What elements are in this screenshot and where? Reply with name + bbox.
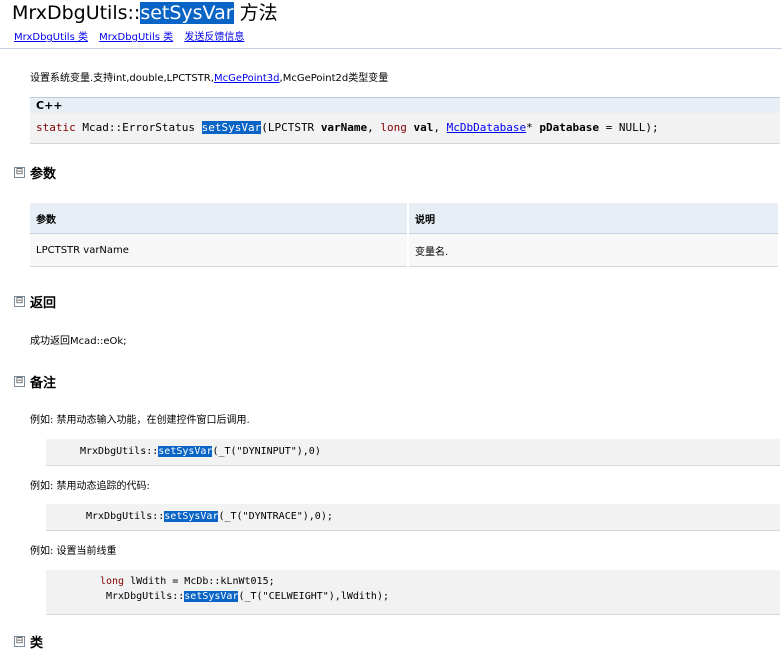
collapse-icon[interactable]: ⊟ [14, 167, 25, 178]
class-link-2[interactable]: MrxDbgUtils 类 [99, 32, 173, 43]
example1-label: 例如: 禁用动态输入功能，在创建控件窗口后调用. [30, 415, 250, 426]
fn-name-highlight: setSysVar [201, 121, 262, 134]
star: * [526, 121, 540, 134]
ex3-line1: long lWdith = McDb::kLnWt015; [46, 574, 780, 589]
example1-code: MrxDbgUtils::setSysVar(_T("DYNINPUT"),0) [46, 439, 780, 466]
example2-label: 例如: 禁用动态追踪的代码: [30, 481, 150, 492]
table-header-desc: 说明 [408, 203, 780, 234]
arg-pdatabase: pDatabase [539, 121, 600, 134]
table-row: LPCTSTR varName 变量名. [30, 233, 780, 267]
ex3-pre: MrxDbgUtils:: [106, 591, 185, 602]
ex3-fn-highlight: setSysVar [184, 591, 239, 602]
title-highlight: setSysVar [140, 2, 234, 24]
params-table: 参数 说明 LPCTSTR varName 变量名. [30, 203, 780, 267]
ex2-pre: MrxDbgUtils:: [86, 511, 165, 522]
ex1-fn-highlight: setSysVar [158, 446, 213, 457]
ex1-pre: MrxDbgUtils:: [80, 446, 159, 457]
header-links: MrxDbgUtils 类 MrxDbgUtils 类 发送反馈信息 [14, 28, 252, 43]
kw-long: long [380, 121, 407, 134]
section-params-label: 参数 [30, 167, 57, 182]
page-title: MrxDbgUtils::setSysVar 方法 [12, 0, 278, 26]
class-link-1[interactable]: MrxDbgUtils 类 [14, 32, 88, 43]
section-returns-label: 返回 [30, 296, 57, 311]
section-class-label: 类 [30, 636, 44, 651]
arg-val: val [413, 121, 434, 134]
signature-code-block: C++ static Mcad::ErrorStatus setSysVar(L… [30, 97, 780, 144]
returns-text: 成功返回Mcad::eOk; [30, 336, 127, 347]
ex2-post: (_T("DYNTRACE"),0); [218, 511, 333, 522]
collapse-icon[interactable]: ⊟ [14, 376, 25, 387]
section-remarks-label: 备注 [30, 376, 57, 391]
ex2-fn-highlight: setSysVar [164, 511, 219, 522]
ex3-kw-long: long [100, 576, 125, 587]
kw-static: static [36, 121, 76, 134]
example3-label: 例如: 设置当前线重 [30, 546, 117, 557]
ex3-post: (_T("CELWEIGHT"),lWdith); [238, 591, 389, 602]
sep2: , [433, 121, 447, 134]
section-class[interactable]: ⊟ 类 [14, 631, 43, 651]
ex3-line1-text: lWdith = McDb::kLnWt015; [124, 576, 275, 587]
signature-code: static Mcad::ErrorStatus setSysVar(LPCTS… [30, 113, 780, 144]
example2-code: MrxDbgUtils::setSysVar(_T("DYNTRACE"),0)… [46, 504, 780, 531]
section-remarks[interactable]: ⊟ 备注 [14, 371, 56, 391]
collapse-icon[interactable]: ⊟ [14, 636, 25, 647]
args-after: = NULL); [599, 121, 659, 134]
code-language-label: C++ [30, 97, 780, 113]
ret-type: Mcad::ErrorStatus [75, 121, 202, 134]
mcgepoint3d-link[interactable]: McGePoint3d [214, 73, 280, 84]
desc-text-after: ,McGePoint2d类型变量 [279, 73, 389, 84]
args-before: (LPCTSTR [261, 121, 321, 134]
section-returns[interactable]: ⊟ 返回 [14, 291, 56, 311]
sep1: , [367, 121, 381, 134]
ex1-post: (_T("DYNINPUT"),0) [212, 446, 321, 457]
table-cell-desc: 变量名. [408, 233, 780, 267]
example3-code: long lWdith = McDb::kLnWt015; MrxDbgUtils… [46, 570, 780, 615]
table-header-row: 参数 说明 [30, 203, 780, 234]
header-divider [0, 48, 782, 49]
feedback-link[interactable]: 发送反馈信息 [184, 32, 244, 43]
title-prefix: MrxDbgUtils:: [12, 2, 141, 24]
method-description: 设置系统变量.支持int,double,LPCTSTR,McGePoint3d,… [30, 69, 388, 84]
ex3-line2: MrxDbgUtils::setSysVar(_T("CELWEIGHT"),l… [46, 589, 780, 604]
title-suffix: 方法 [233, 2, 278, 24]
desc-text-before: 设置系统变量.支持int,double,LPCTSTR, [30, 73, 214, 84]
arg-varname: varName [320, 121, 368, 134]
table-cell-param: LPCTSTR varName [30, 233, 409, 267]
table-header-param: 参数 [30, 203, 409, 234]
mcdbdatabase-link[interactable]: McDbDatabase [447, 121, 526, 134]
section-params[interactable]: ⊟ 参数 [14, 162, 56, 182]
collapse-icon[interactable]: ⊟ [14, 296, 25, 307]
